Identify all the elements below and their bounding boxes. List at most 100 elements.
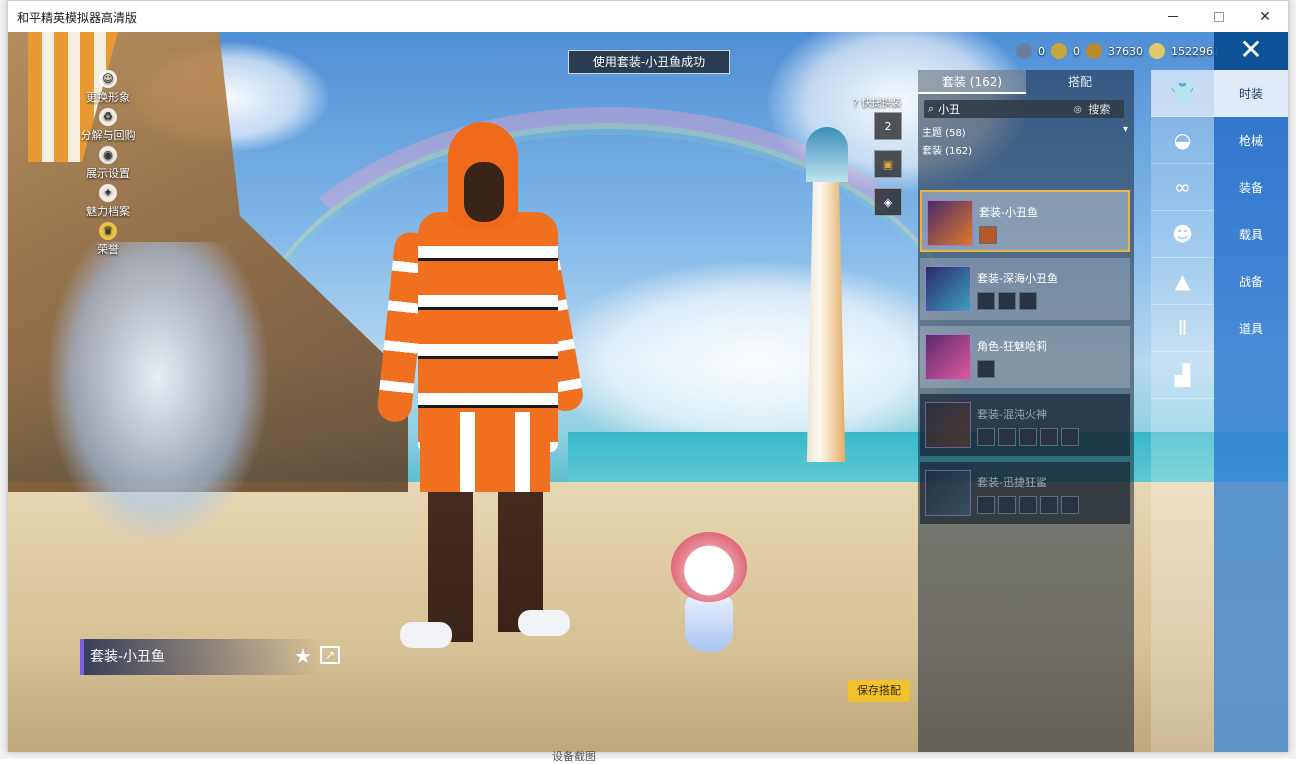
item-name: 角色-狂魅哈莉 bbox=[977, 340, 1047, 353]
item-parts bbox=[977, 496, 1079, 514]
left-menu-label: 魅力档案 bbox=[86, 205, 130, 218]
search-bar: ⌕ ⊗ 搜索 bbox=[924, 100, 1124, 118]
dropdown-icon: ▾ bbox=[1122, 124, 1128, 135]
menu-vehicles[interactable]: 载具 bbox=[1214, 211, 1288, 258]
pet-companion[interactable] bbox=[663, 532, 753, 662]
glasses-icon[interactable]: ∞ bbox=[1151, 164, 1214, 211]
top-icon[interactable]: ▲ bbox=[1151, 258, 1214, 305]
window-title: 和平精英模拟器高清版 bbox=[17, 11, 138, 25]
outfit-icon[interactable]: 👕 bbox=[1151, 70, 1214, 117]
part-icon bbox=[977, 292, 995, 310]
pants-icon[interactable]: Ⅱ bbox=[1151, 305, 1214, 352]
quick-change-label[interactable]: ? 快捷换装 bbox=[853, 94, 902, 109]
part-icon bbox=[977, 428, 995, 446]
part-icon bbox=[1061, 428, 1079, 446]
close-window-button[interactable]: ✕ bbox=[1242, 1, 1288, 32]
left-menu-display-settings[interactable]: ◉ 展示设置 bbox=[68, 146, 148, 181]
medal-coin-icon bbox=[1086, 43, 1102, 59]
part-icon bbox=[1019, 292, 1037, 310]
crystal-qilin-mount bbox=[48, 242, 268, 542]
currency-value: 1522961 bbox=[1171, 44, 1220, 58]
lighthouse-lamp bbox=[806, 127, 848, 182]
mask-icon[interactable]: ☻ bbox=[1151, 211, 1214, 258]
left-menu-label: 荣誉 bbox=[97, 243, 119, 256]
part-icon bbox=[1040, 428, 1058, 446]
quick-slot-shield-icon[interactable]: ◈ bbox=[874, 188, 902, 216]
item-name: 套装-混沌火神 bbox=[977, 408, 1047, 421]
gold-coin-icon bbox=[1051, 43, 1067, 59]
player-face bbox=[464, 162, 504, 222]
list-item[interactable]: 角色-狂魅哈莉 bbox=[920, 326, 1130, 388]
item-parts bbox=[977, 292, 1037, 310]
category-strip: 👕 ◒ ∞ ☻ ▲ Ⅱ ▟ bbox=[1151, 70, 1214, 752]
item-thumbnail bbox=[925, 402, 971, 448]
star-icon[interactable]: ★ bbox=[294, 644, 312, 668]
pet-head bbox=[671, 532, 747, 602]
search-button[interactable]: 搜索 bbox=[1088, 101, 1110, 117]
cap-icon[interactable]: ◒ bbox=[1151, 117, 1214, 164]
item-thumbnail bbox=[925, 266, 971, 312]
app-window: 和平精英模拟器高清版 ✕ ☺ 更换形象 ♻ 分解与回购 ◉ 展示设置 ✦ 魅力档… bbox=[7, 0, 1289, 752]
search-icon: ⌕ bbox=[928, 102, 935, 115]
clownfish-shorts bbox=[420, 412, 550, 492]
search-input[interactable] bbox=[938, 102, 1074, 116]
list-item[interactable]: 套装-小丑鱼 bbox=[920, 190, 1130, 252]
player-character[interactable] bbox=[376, 122, 586, 652]
left-menu-decompose[interactable]: ♻ 分解与回购 bbox=[68, 108, 148, 143]
currency-bar: 0 0 37630 1522961 bbox=[1016, 41, 1220, 61]
maximize-button[interactable] bbox=[1196, 1, 1242, 32]
currency-value: 0 bbox=[1073, 44, 1080, 58]
left-menu-label: 更换形象 bbox=[86, 91, 130, 104]
left-menu-label: 分解与回购 bbox=[80, 129, 136, 142]
list-item[interactable]: 套装-深海小丑鱼 bbox=[920, 258, 1130, 320]
left-menu-honor[interactable]: ♛ 荣誉 bbox=[68, 222, 148, 257]
left-menu-change-look[interactable]: ☺ 更换形象 bbox=[68, 70, 148, 105]
current-outfit-label: 套装-小丑鱼 bbox=[80, 639, 320, 675]
recycle-icon: ♻ bbox=[99, 108, 117, 126]
item-thumbnail bbox=[925, 334, 971, 380]
menu-equipment[interactable]: 装备 bbox=[1214, 164, 1288, 211]
menu-combat-prep[interactable]: 战备 bbox=[1214, 258, 1288, 305]
suit-count: 套装 (162) bbox=[922, 146, 973, 157]
item-name: 套装-小丑鱼 bbox=[979, 206, 1038, 219]
list-item[interactable]: 套装-迅捷狂鲨 bbox=[920, 462, 1130, 524]
help-icon: ? bbox=[853, 98, 859, 109]
part-icon bbox=[1040, 496, 1058, 514]
menu-firearms[interactable]: 枪械 bbox=[1214, 117, 1288, 164]
part-icon bbox=[1061, 496, 1079, 514]
clear-icon[interactable]: ⊗ bbox=[1073, 103, 1082, 116]
save-outfit-button[interactable]: 保存搭配 bbox=[848, 680, 910, 702]
list-item[interactable]: 套装-混沌火神 bbox=[920, 394, 1130, 456]
quick-slot-hanger[interactable]: 2 bbox=[874, 112, 902, 140]
quick-slot-badge-icon[interactable]: ▣ bbox=[874, 150, 902, 178]
game-view: ☺ 更换形象 ♻ 分解与回购 ◉ 展示设置 ✦ 魅力档案 ♛ 荣誉 使用套装-小… bbox=[8, 32, 1288, 752]
item-thumbnail bbox=[927, 200, 973, 246]
charm-icon: ✦ bbox=[99, 184, 117, 202]
person-icon: ☺ bbox=[99, 70, 117, 88]
menu-items[interactable]: 道具 bbox=[1214, 305, 1288, 352]
menu-fashion[interactable]: 时装 bbox=[1214, 70, 1288, 117]
title-bar: 和平精英模拟器高清版 ✕ bbox=[8, 1, 1288, 32]
item-thumbnail bbox=[925, 470, 971, 516]
silver-coin-icon bbox=[1149, 43, 1165, 59]
theme-filter[interactable]: 主题 (58) ▾ bbox=[922, 124, 1128, 139]
part-icon bbox=[977, 360, 995, 378]
minimize-button[interactable] bbox=[1150, 1, 1196, 32]
tab-combos[interactable]: 搭配 bbox=[1026, 70, 1134, 94]
left-menu-charm-archive[interactable]: ✦ 魅力档案 bbox=[68, 184, 148, 219]
tab-suits[interactable]: 套装 (162) bbox=[918, 70, 1026, 94]
slot-number: 2 bbox=[884, 119, 892, 133]
part-icon bbox=[1019, 428, 1037, 446]
share-icon[interactable]: ↗ bbox=[320, 646, 340, 664]
background-window-text: 设备截图 bbox=[552, 750, 596, 763]
shoes-icon[interactable]: ▟ bbox=[1151, 352, 1214, 399]
main-menu: 时装 枪械 装备 载具 战备 道具 bbox=[1214, 70, 1288, 752]
globe-coin-icon bbox=[1016, 43, 1032, 59]
currency-value: 0 bbox=[1038, 44, 1045, 58]
item-name: 套装-迅捷狂鲨 bbox=[977, 476, 1047, 489]
close-icon[interactable]: ✕ bbox=[1214, 32, 1288, 70]
item-parts bbox=[977, 428, 1079, 446]
part-icon bbox=[998, 428, 1016, 446]
outfit-panel: 套装 (162) 搭配 ⌕ ⊗ 搜索 主题 (58) ▾ 套装 (162) 套装… bbox=[918, 70, 1134, 752]
player-right-shoe bbox=[518, 610, 570, 636]
